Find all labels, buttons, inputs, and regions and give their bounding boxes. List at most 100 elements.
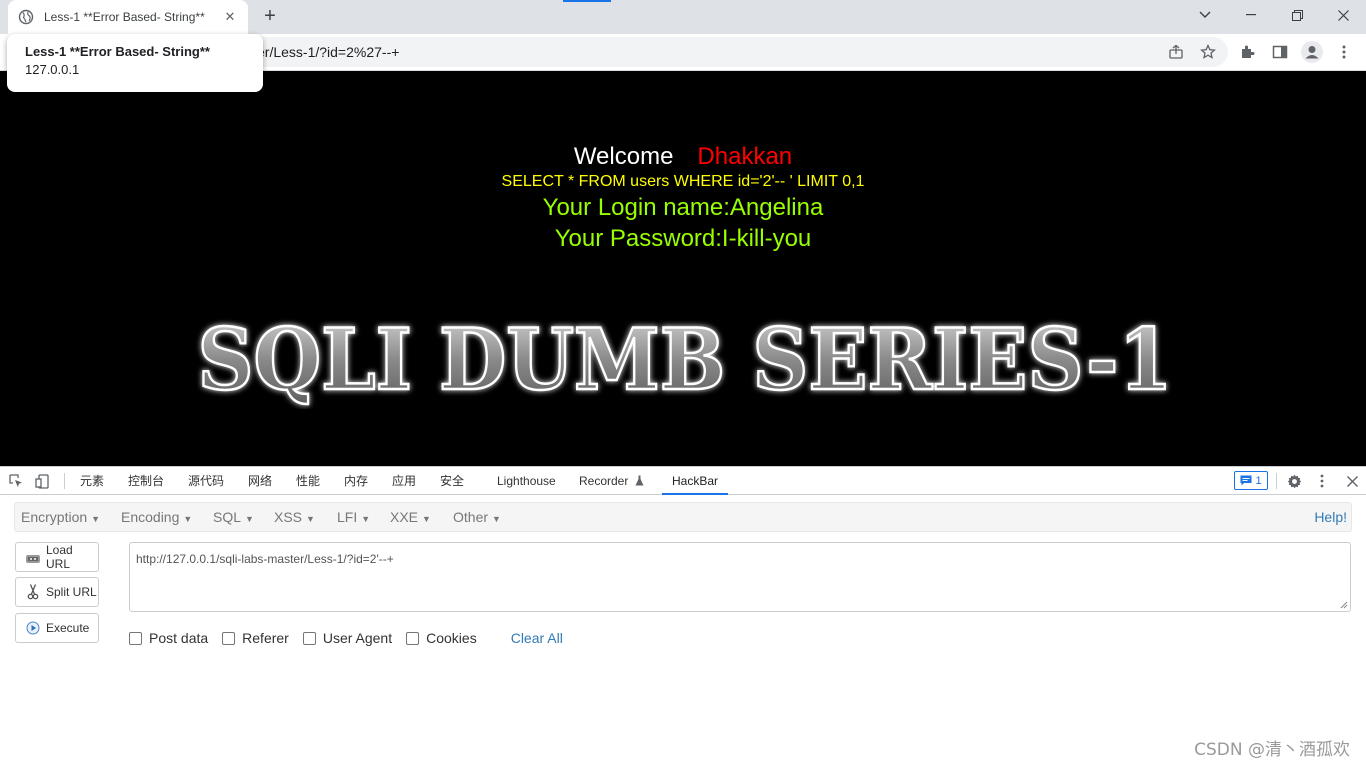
menu-other[interactable]: Other ▼	[453, 503, 501, 531]
address-bar[interactable]: -master/Less-1/?id=2%27--+	[96, 37, 1228, 67]
devtools-tab-recorder[interactable]: Recorder	[579, 467, 644, 495]
menu-sql[interactable]: SQL ▼	[213, 503, 254, 531]
tab-strip: Less-1 **Error Based- String** ✕ +	[0, 0, 1366, 34]
caret-down-icon: ▼	[361, 514, 371, 524]
close-window-icon[interactable]	[1320, 0, 1366, 30]
share-icon[interactable]	[1166, 42, 1186, 62]
welcome-name: Dhakkan	[697, 143, 793, 170]
welcome-text: Welcome	[573, 143, 674, 170]
execute-button[interactable]: Execute	[15, 613, 99, 643]
devtools-panel: 元素 控制台 源代码 网络 性能 内存 应用 安全 Lighthouse Rec…	[0, 466, 1366, 768]
user-agent-checkbox[interactable]	[302, 631, 316, 645]
caret-down-icon: ▼	[91, 514, 101, 524]
tab-title: Less-1 **Error Based- String**	[44, 10, 205, 24]
resize-handle-icon[interactable]	[1340, 601, 1348, 609]
issues-badge[interactable]: 1	[1234, 471, 1268, 490]
menu-encryption-label: Encryption	[21, 509, 88, 525]
url-textarea[interactable]: http://127.0.0.1/sqli-labs-master/Less-1…	[129, 542, 1351, 612]
devtools-tab-elements[interactable]: 元素	[80, 467, 104, 495]
browser-tab[interactable]: Less-1 **Error Based- String** ✕	[8, 0, 248, 34]
series-banner-image: SQLI DUMB SERIES-1	[196, 309, 1174, 409]
split-url-label: Split URL	[46, 585, 97, 599]
flask-icon	[635, 475, 644, 486]
option-post-data[interactable]: Post data	[129, 630, 208, 646]
welcome-line: Welcome Dhakkan	[0, 143, 1366, 171]
scissors-icon	[25, 584, 41, 600]
series-banner-text: SQLI DUMB SERIES-1	[198, 310, 1173, 409]
load-url-icon	[25, 549, 41, 565]
hackbar-menu-bar: Encryption ▼ Encoding ▼ SQL ▼ XSS ▼ LFI ▼ XXE…	[14, 502, 1352, 532]
devtools-tab-performance[interactable]: 性能	[296, 467, 320, 495]
referer-checkbox[interactable]	[222, 631, 236, 645]
user-agent-label: User Agent	[322, 630, 393, 646]
option-cookies[interactable]: Cookies	[406, 630, 477, 646]
toolbar-divider	[64, 473, 65, 489]
bookmark-star-icon[interactable]	[1198, 42, 1218, 62]
new-tab-button[interactable]: +	[258, 4, 282, 28]
caret-down-icon: ▼	[245, 514, 254, 524]
devtools-tab-security[interactable]: 安全	[440, 467, 464, 495]
devtools-tab-sources[interactable]: 源代码	[188, 467, 224, 495]
extensions-icon[interactable]	[1238, 42, 1258, 62]
menu-xxe-label: XXE	[390, 509, 419, 525]
load-url-label: Load URL	[46, 543, 73, 571]
devtools-tab-hackbar[interactable]: HackBar	[662, 467, 728, 495]
caret-down-icon: ▼	[183, 514, 193, 524]
drag-indicator	[563, 0, 611, 2]
close-devtools-icon[interactable]	[1343, 472, 1361, 490]
hover-card-title: Less-1 **Error Based- String**	[25, 44, 210, 59]
option-user-agent[interactable]: User Agent	[302, 630, 393, 646]
recorder-label: Recorder	[579, 474, 629, 488]
devtools-tab-lighthouse[interactable]: Lighthouse	[497, 467, 556, 495]
device-toolbar-icon[interactable]	[33, 472, 51, 490]
caret-down-icon: ▼	[492, 514, 501, 524]
help-link[interactable]: Help!	[1314, 503, 1347, 531]
devtools-tab-network[interactable]: 网络	[248, 467, 272, 495]
password-text: Your Password:I-kill-you	[554, 225, 812, 252]
devtools-menu-icon[interactable]	[1313, 472, 1331, 490]
menu-sql-label: SQL	[213, 509, 242, 525]
menu-lfi-label: LFI	[337, 509, 358, 525]
option-referer[interactable]: Referer	[222, 630, 289, 646]
menu-other-label: Other	[453, 509, 489, 525]
clear-all-link[interactable]: Clear All	[511, 630, 563, 646]
tab-hover-card: Less-1 **Error Based- String** 127.0.0.1	[7, 34, 263, 92]
devtools-tab-application[interactable]: 应用	[392, 467, 416, 495]
devtools-tab-memory[interactable]: 内存	[344, 467, 368, 495]
csdn-watermark: CSDN @清丶酒孤欢	[1194, 740, 1350, 760]
caret-down-icon: ▼	[306, 514, 315, 524]
caret-down-icon: ▼	[422, 514, 431, 524]
tab-close-icon[interactable]: ✕	[222, 9, 238, 25]
side-panel-icon[interactable]	[1270, 42, 1290, 62]
profile-avatar-icon[interactable]	[1300, 40, 1324, 64]
globe-icon	[18, 9, 34, 25]
devtools-tab-console[interactable]: 控制台	[128, 467, 164, 495]
login-name-text: Your Login name:Angelina	[542, 194, 824, 221]
minimize-icon[interactable]	[1228, 0, 1274, 30]
tab-search-icon[interactable]	[1182, 0, 1228, 30]
play-icon	[25, 620, 41, 636]
hackbar-options: Post data Referer User Agent Cookies Cle…	[129, 629, 563, 647]
inspect-element-icon[interactable]	[7, 472, 25, 490]
hover-card-host: 127.0.0.1	[25, 62, 80, 77]
settings-gear-icon[interactable]	[1285, 472, 1303, 490]
load-url-button[interactable]: Load URL	[15, 542, 99, 572]
referer-label: Referer	[242, 630, 289, 646]
menu-xss[interactable]: XSS ▼	[274, 503, 315, 531]
devtools-tab-bar: 元素 控制台 源代码 网络 性能 内存 应用 安全 Lighthouse Rec…	[0, 467, 1366, 495]
menu-kebab-icon[interactable]	[1334, 42, 1354, 62]
cookies-label: Cookies	[426, 630, 477, 646]
menu-encoding[interactable]: Encoding ▼	[121, 503, 192, 531]
menu-xxe[interactable]: XXE ▼	[390, 503, 431, 531]
cookies-checkbox[interactable]	[406, 631, 420, 645]
sql-query-text: SELECT * FROM users WHERE id='2'-- ' LIM…	[501, 173, 865, 190]
menu-encryption[interactable]: Encryption ▼	[21, 503, 100, 531]
menu-lfi[interactable]: LFI ▼	[337, 503, 370, 531]
restore-icon[interactable]	[1274, 0, 1320, 30]
post-data-checkbox[interactable]	[129, 631, 142, 645]
page-content: Welcome Dhakkan SELECT * FROM users WHERE…	[0, 71, 1366, 466]
message-icon	[1240, 475, 1252, 486]
post-data-label: Post data	[149, 630, 209, 646]
menu-xss-label: XSS	[274, 509, 303, 525]
split-url-button[interactable]: Split URL	[15, 577, 99, 607]
